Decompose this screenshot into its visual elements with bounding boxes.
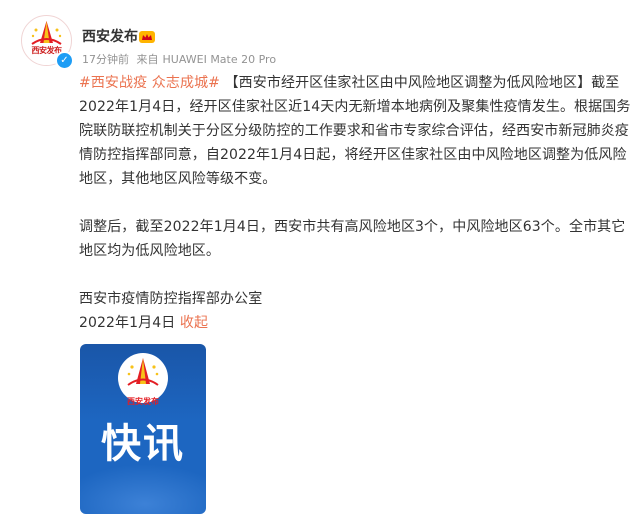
card-title: 快讯: [101, 421, 185, 467]
hashtag-link[interactable]: #西安战疫 众志成城#: [79, 75, 220, 91]
post-content: #西安战疫 众志成城# 【西安市经开区佳家社区由中风险地区调整为低风险地区】截至…: [79, 71, 635, 335]
weibo-post: 西安发布 ✓ 西安发布 17分钟前 来自 HUAWEI Mate 20 Pro #…: [0, 0, 641, 521]
post-date-line: 2022年1月4日 收起: [79, 311, 635, 335]
author-name[interactable]: 西安发布: [82, 28, 138, 46]
card-glow: [80, 464, 206, 514]
post-date: 2022年1月4日: [79, 315, 176, 331]
source-prefix: 来自: [136, 53, 159, 66]
card-emblem-label: 西安发布: [127, 396, 159, 406]
post-paragraph: #西安战疫 众志成城# 【西安市经开区佳家社区由中风险地区调整为低风险地区】截至…: [79, 71, 635, 191]
device-source: HUAWEI Mate 20 Pro: [162, 53, 277, 66]
post-meta: 17分钟前 来自 HUAWEI Mate 20 Pro: [82, 52, 280, 68]
post-image[interactable]: 西安发布 快讯: [80, 344, 206, 514]
post-signature: 西安市疫情防控指挥部办公室: [79, 291, 263, 307]
vip-crown-icon[interactable]: [138, 30, 156, 44]
collapse-button[interactable]: 收起: [180, 315, 208, 331]
post-time[interactable]: 17分钟前: [82, 53, 129, 66]
verified-icon: ✓: [55, 51, 74, 70]
post-paragraph: 调整后，截至2022年1月4日，西安市共有高风险地区3个，中风险地区63个。全市…: [79, 219, 626, 259]
paragraph-text: 【西安市经开区佳家社区由中风险地区调整为低风险地区】截至2022年1月4日，经开…: [79, 75, 631, 187]
